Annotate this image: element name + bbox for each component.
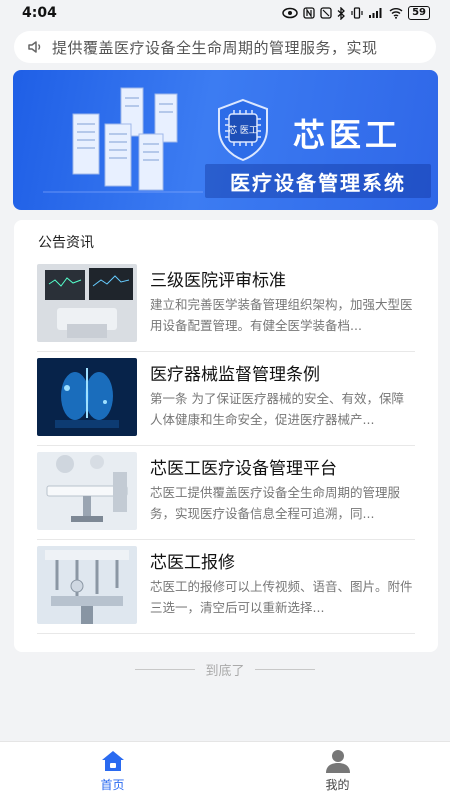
- news-item[interactable]: 三级医院评审标准 建立和完善医学装备管理组织架构，加强大型医用设备配置管理。有健…: [37, 258, 415, 352]
- news-thumbnail: [37, 264, 137, 342]
- tab-bar: 首页 我的: [0, 741, 450, 800]
- user-icon: [325, 750, 350, 773]
- section-title: 公告资讯: [38, 235, 94, 251]
- battery-indicator: 59: [408, 6, 430, 20]
- news-desc: 芯医工的报修可以上传视频、语音、图片。附件三选一，清空后可以重新选择...: [150, 579, 413, 615]
- divider: [254, 668, 315, 670]
- notice-bar[interactable]: 提供覆盖医疗设备全生命周期的管理服务，实现: [14, 31, 436, 63]
- status-icons: 59: [282, 6, 430, 20]
- news-thumbnail: [37, 358, 137, 436]
- speaker-icon: [28, 41, 41, 53]
- wifi-icon: [389, 8, 403, 19]
- banner-brand: 芯医工: [293, 116, 402, 154]
- mute-icon: [320, 7, 332, 19]
- news-title: 医疗器械监督管理条例: [150, 365, 320, 385]
- end-text: 到底了: [205, 663, 245, 679]
- news-card: 公告资讯 三级医院评审标准 建立和完善医学装备管理组织架构，加强大型医用设备配置…: [14, 220, 438, 652]
- tab-home[interactable]: 首页: [0, 742, 225, 800]
- news-thumbnail: [37, 452, 137, 530]
- banner-subtitle-box: 医疗设备管理系统: [205, 164, 431, 198]
- home-icon: [101, 751, 124, 771]
- vibrate-icon: [351, 7, 363, 19]
- news-title: 三级医院评审标准: [150, 271, 286, 291]
- divider: [135, 668, 196, 670]
- news-desc: 建立和完善医学装备管理组织架构，加强大型医用设备配置管理。有健全医学装备档...: [150, 297, 413, 333]
- news-desc: 第一条 为了保证医疗器械的安全、有效，保障人体健康和生命安全，促进医疗器械产..…: [150, 391, 404, 427]
- banner[interactable]: 芯 医工 芯医工 医疗设备管理系统: [13, 70, 438, 210]
- news-thumbnail: [37, 546, 137, 624]
- signal-icon: [369, 8, 382, 18]
- news-item[interactable]: 医疗器械监督管理条例 第一条 为了保证医疗器械的安全、有效，保障人体健康和生命安…: [37, 352, 415, 446]
- server-illustration: [43, 87, 203, 193]
- chip-shield-logo: 芯 医工: [218, 98, 268, 162]
- tab-mine[interactable]: 我的: [225, 742, 450, 800]
- tab-label: 我的: [325, 778, 350, 792]
- news-title: 芯医工医疗设备管理平台: [150, 459, 337, 479]
- news-desc: 芯医工提供覆盖医疗设备全生命周期的管理服务，实现医疗设备信息全程可追溯，同...: [150, 485, 401, 521]
- status-time: 4:04: [22, 5, 57, 21]
- news-title: 芯医工报修: [150, 553, 235, 573]
- banner-subtitle: 医疗设备管理系统: [230, 170, 406, 195]
- notice-text: 提供覆盖医疗设备全生命周期的管理服务，实现: [52, 38, 378, 57]
- status-bar: 4:04 59: [0, 0, 450, 26]
- chip-text: 芯 医工: [228, 124, 258, 136]
- eye-icon: [282, 7, 298, 19]
- news-item[interactable]: 芯医工医疗设备管理平台 芯医工提供覆盖医疗设备全生命周期的管理服务，实现医疗设备…: [37, 446, 415, 540]
- nfc-icon: [303, 7, 315, 19]
- end-of-list: 到底了: [0, 659, 450, 679]
- bluetooth-icon: [337, 6, 346, 20]
- tab-label: 首页: [100, 778, 125, 792]
- news-item[interactable]: 芯医工报修 芯医工的报修可以上传视频、语音、图片。附件三选一，清空后可以重新选择…: [37, 540, 415, 634]
